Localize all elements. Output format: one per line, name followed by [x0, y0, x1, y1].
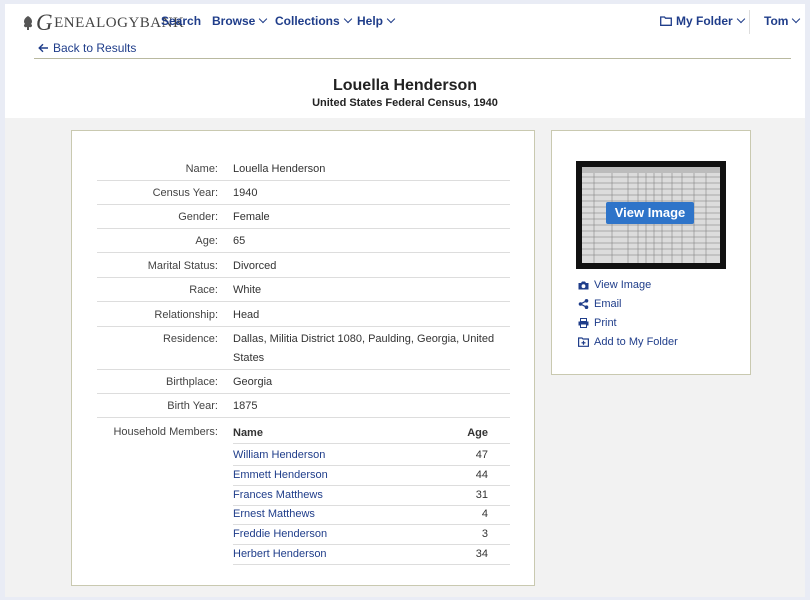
- field-value: 1875: [233, 400, 258, 412]
- camera-icon: [578, 281, 589, 289]
- household-member-link[interactable]: Emmett Henderson: [233, 469, 328, 481]
- table-row: Freddie Henderson 3: [233, 525, 510, 545]
- household-member-link[interactable]: William Henderson: [233, 449, 325, 461]
- household-members-label: Household Members:: [113, 426, 218, 438]
- email-link[interactable]: Email: [578, 298, 622, 310]
- field-row-marital-status: Marital Status: Divorced: [97, 254, 510, 278]
- print-label: Print: [594, 317, 617, 329]
- print-link[interactable]: Print: [578, 317, 617, 329]
- user-menu[interactable]: Tom: [764, 14, 801, 28]
- table-row: Emmett Henderson 44: [233, 466, 510, 486]
- nav-collections-label: Collections: [275, 14, 340, 28]
- chevron-down-icon: [343, 14, 352, 24]
- chevron-down-icon: [386, 14, 396, 24]
- field-label: Residence:: [162, 333, 218, 345]
- field-row-age: Age: 65: [97, 229, 510, 253]
- view-image-overlay-button[interactable]: View Image: [606, 202, 694, 224]
- header-rule: [34, 58, 791, 59]
- field-label: Birthplace:: [166, 376, 218, 388]
- chevron-down-icon: [736, 14, 745, 24]
- user-name: Tom: [764, 14, 789, 28]
- household-member-link[interactable]: Frances Matthews: [233, 489, 323, 501]
- nav-collections[interactable]: Collections: [275, 14, 352, 28]
- field-value: Louella Henderson: [233, 163, 326, 175]
- share-icon: [578, 299, 589, 309]
- field-label: Gender:: [178, 211, 218, 223]
- printer-icon: [578, 318, 589, 328]
- field-row-gender: Gender: Female: [97, 205, 510, 229]
- table-row: Frances Matthews 31: [233, 486, 510, 506]
- field-value: Female: [233, 211, 270, 223]
- back-label: Back to Results: [53, 41, 137, 55]
- nav-search-label: Search: [161, 14, 202, 28]
- field-label: Name:: [185, 163, 218, 175]
- field-row-residence: Residence: Dallas, Militia District 1080…: [97, 327, 510, 370]
- column-header-name: Name: [233, 427, 263, 439]
- record-details-card: Name: Louella Henderson Census Year: 194…: [71, 130, 535, 586]
- nav-help-label: Help: [357, 14, 384, 28]
- field-label: Race:: [189, 284, 218, 296]
- table-row: William Henderson 47: [233, 446, 510, 466]
- view-image-label: View Image: [594, 279, 652, 291]
- field-value: White: [233, 284, 262, 296]
- header-divider: [749, 10, 750, 34]
- add-to-folder-label: Add to My Folder: [594, 336, 678, 348]
- top-header: G ENEALOGYBANK Search Browse Collections …: [5, 4, 805, 118]
- household-member-link[interactable]: Ernest Matthews: [233, 508, 315, 520]
- field-value: Divorced: [233, 260, 277, 272]
- household-member-age: 3: [481, 528, 488, 540]
- folder-icon: [660, 16, 672, 26]
- household-table-header: Name Age: [233, 424, 510, 444]
- field-row-birth-year: Birth Year: 1875: [97, 394, 510, 418]
- field-row-race: Race: White: [97, 278, 510, 302]
- nav-search[interactable]: Search: [161, 14, 201, 28]
- household-member-age: 47: [475, 449, 488, 461]
- record-actions-card: View Image View Image Email Print Add to…: [551, 130, 751, 375]
- my-folder-menu[interactable]: My Folder: [660, 14, 745, 28]
- view-image-link[interactable]: View Image: [578, 279, 651, 291]
- tree-icon: [23, 16, 33, 30]
- field-label: Relationship:: [154, 309, 218, 321]
- table-row: Ernest Matthews 4: [233, 505, 510, 525]
- household-member-link[interactable]: Herbert Henderson: [233, 548, 327, 560]
- nav-browse-label: Browse: [212, 14, 256, 28]
- genealogybank-logo[interactable]: G ENEALOGYBANK: [22, 10, 184, 35]
- field-label: Age:: [195, 235, 218, 247]
- field-value: Dallas, Militia District 1080, Paulding,…: [233, 333, 495, 364]
- back-to-results-link[interactable]: Back to Results: [38, 41, 136, 55]
- field-row-census-year: Census Year: 1940: [97, 181, 510, 205]
- household-member-age: 31: [475, 489, 488, 501]
- page: G ENEALOGYBANK Search Browse Collections …: [5, 4, 805, 597]
- nav-browse[interactable]: Browse: [212, 14, 268, 28]
- my-folder-label: My Folder: [676, 14, 733, 28]
- field-label: Marital Status:: [147, 260, 218, 272]
- field-row-birthplace: Birthplace: Georgia: [97, 370, 510, 394]
- folder-plus-icon: [578, 337, 589, 347]
- field-label: Census Year:: [152, 187, 218, 199]
- logo-initial: G: [36, 10, 54, 35]
- household-member-link[interactable]: Freddie Henderson: [233, 528, 327, 540]
- arrow-left-icon: [38, 43, 48, 53]
- field-row-relationship: Relationship: Head: [97, 303, 510, 327]
- chevron-down-icon: [792, 14, 801, 24]
- household-member-age: 4: [481, 508, 488, 520]
- field-value: 65: [233, 235, 246, 247]
- field-value: Head: [233, 309, 260, 321]
- table-row: Herbert Henderson 34: [233, 545, 510, 565]
- add-to-folder-link[interactable]: Add to My Folder: [578, 336, 678, 348]
- household-member-age: 34: [475, 548, 488, 560]
- household-member-age: 44: [475, 469, 488, 481]
- field-row-name: Name: Louella Henderson: [97, 157, 510, 181]
- email-label: Email: [594, 298, 622, 310]
- field-label: Birth Year:: [167, 400, 218, 412]
- nav-help[interactable]: Help: [357, 14, 396, 28]
- page-subtitle: United States Federal Census, 1940: [312, 97, 498, 109]
- census-image-thumbnail[interactable]: View Image: [576, 161, 726, 269]
- field-value: Georgia: [233, 376, 273, 388]
- field-value: 1940: [233, 187, 258, 199]
- column-header-age: Age: [467, 427, 488, 439]
- page-title: Louella Henderson: [332, 77, 478, 94]
- chevron-down-icon: [259, 14, 268, 24]
